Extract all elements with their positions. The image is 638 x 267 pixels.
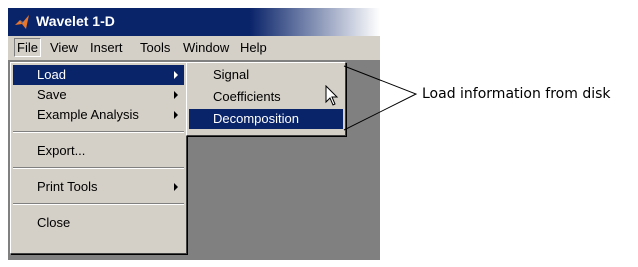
callout-pointer (343, 65, 418, 131)
callout-label: Load information from disk (422, 86, 611, 102)
